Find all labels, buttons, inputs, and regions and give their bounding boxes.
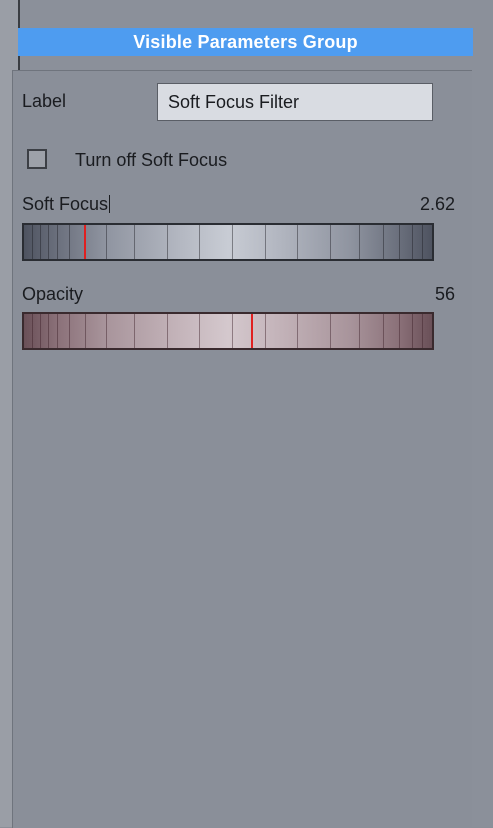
slider-tick — [264, 225, 266, 259]
slider-tick — [199, 225, 201, 259]
slider-tick — [56, 225, 58, 259]
slider-tick — [40, 225, 42, 259]
slider-tick — [399, 225, 401, 259]
slider-tick — [358, 314, 360, 348]
opacity-slider[interactable] — [22, 312, 434, 350]
slider-tick — [85, 314, 87, 348]
slider-tick — [134, 225, 136, 259]
slider-indicator[interactable] — [251, 314, 254, 348]
slider-tick — [199, 314, 201, 348]
slider-tick — [264, 314, 266, 348]
slider-tick — [330, 314, 331, 348]
slider-tick — [399, 314, 401, 348]
opacity-label: Opacity — [22, 284, 84, 304]
slider-tick — [421, 225, 423, 259]
slider-tick — [297, 314, 299, 348]
slider-tick — [134, 314, 136, 348]
slider-tick — [48, 314, 50, 348]
label-input[interactable] — [157, 83, 433, 121]
soft-focus-slider[interactable] — [22, 223, 434, 261]
slider-tick — [68, 314, 70, 348]
soft-focus-value: 2.62 — [419, 194, 455, 214]
slider-tick — [411, 225, 413, 259]
slider-tick — [32, 314, 34, 348]
slider-indicator[interactable] — [84, 225, 87, 259]
slider-tick — [48, 225, 50, 259]
slider-tick — [56, 314, 58, 348]
turn-off-soft-focus-checkbox[interactable] — [27, 149, 47, 169]
slider-tick — [40, 314, 42, 348]
slider-tick — [68, 225, 70, 259]
group-content — [12, 70, 472, 828]
slider-tick — [330, 225, 331, 259]
slider-tick — [297, 225, 299, 259]
window: Visible Parameters Group Label Turn off … — [0, 0, 493, 828]
soft-focus-label-text: Soft Focus — [22, 194, 109, 214]
slider-tick — [358, 225, 360, 259]
slider-tick — [32, 225, 34, 259]
slider-tick — [232, 225, 234, 259]
slider-tick — [105, 314, 107, 348]
text-caret — [109, 195, 111, 213]
slider-tick — [166, 314, 168, 348]
slider-tick — [105, 225, 107, 259]
label-caption: Label — [22, 91, 67, 111]
group-header[interactable]: Visible Parameters Group — [18, 28, 473, 56]
soft-focus-label: Soft Focus — [22, 194, 111, 215]
turn-off-soft-focus-label: Turn off Soft Focus — [75, 150, 228, 170]
slider-tick — [166, 225, 168, 259]
opacity-value: 56 — [434, 284, 455, 304]
slider-tick — [383, 314, 385, 348]
slider-tick — [421, 314, 423, 348]
slider-tick — [383, 225, 385, 259]
slider-tick — [411, 314, 413, 348]
slider-tick — [232, 314, 234, 348]
